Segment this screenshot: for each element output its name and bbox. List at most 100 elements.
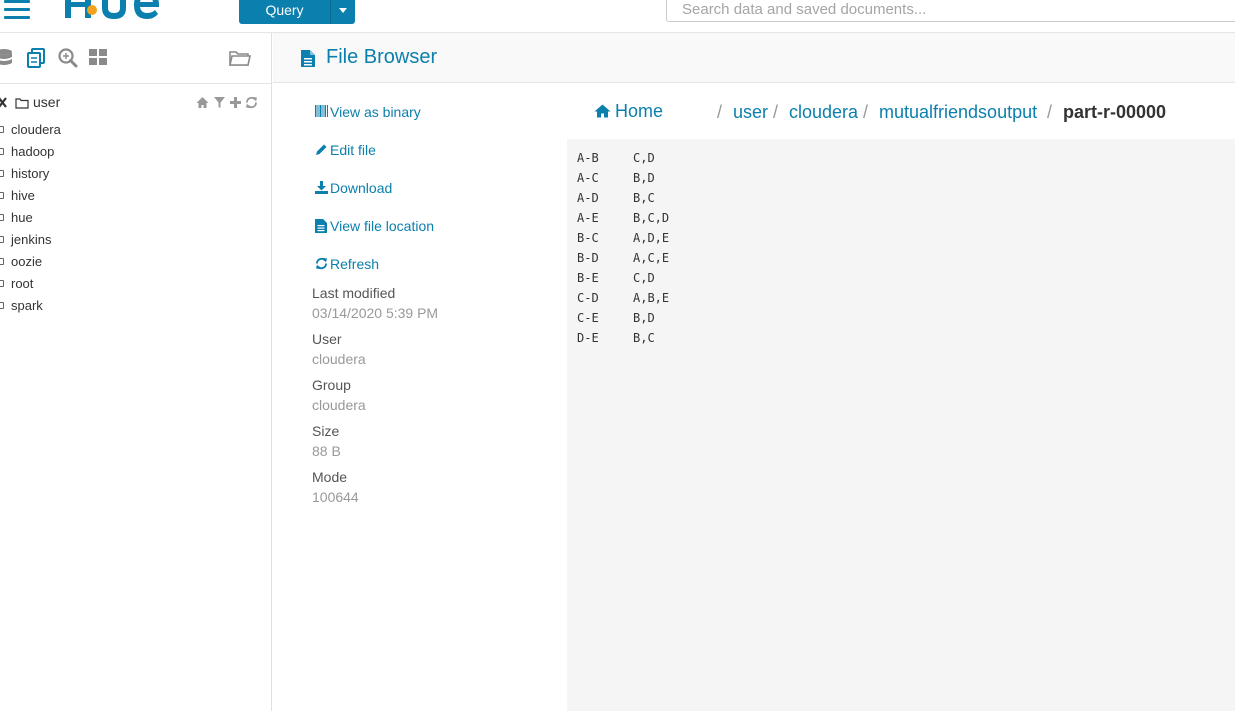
folder-icon — [0, 170, 4, 177]
assist-path-header: user — [0, 91, 271, 115]
breadcrumb-separator: / — [773, 102, 779, 122]
breadcrumb-current-file: part-r-00000 — [1063, 102, 1167, 122]
group-value: cloudera — [312, 397, 366, 413]
edit-file-label: Edit file — [330, 142, 376, 158]
folder-tree-item[interactable]: spark — [0, 296, 271, 318]
file-line-value: B,C,D — [633, 211, 670, 225]
file-line-value: B,C — [633, 331, 655, 345]
folder-tree-label: hadoop — [11, 144, 55, 159]
top-bar: Query — [0, 0, 1235, 33]
last-modified-label: Last modified — [312, 285, 396, 301]
folder-tree-label: cloudera — [11, 122, 61, 137]
folder-tree-item[interactable]: history — [0, 164, 271, 186]
file-line: A-B C,D — [577, 151, 655, 165]
folder-tree-label: root — [11, 276, 34, 291]
file-line: B-D A,C,E — [577, 251, 669, 265]
file-line-key: A-B — [577, 151, 599, 165]
folder-tree-label: history — [11, 166, 50, 181]
folder-icon — [0, 148, 4, 155]
refresh-icon — [316, 257, 327, 270]
assist-toolbar — [0, 33, 271, 84]
folder-icon — [0, 214, 4, 221]
file-line: A-C B,D — [577, 171, 655, 185]
home-icon — [594, 104, 611, 118]
query-dropdown-toggle[interactable] — [330, 0, 355, 24]
add-icon[interactable] — [229, 96, 242, 109]
user-value: cloudera — [312, 351, 366, 367]
assist-current-path[interactable]: user — [33, 94, 60, 110]
refresh-label: Refresh — [330, 256, 380, 272]
hue-logo[interactable] — [64, 0, 164, 20]
folder-tree-item[interactable]: root — [0, 274, 271, 296]
file-line-value: B,D — [633, 311, 655, 325]
folder-icon — [0, 236, 4, 243]
folder-icon — [0, 280, 4, 287]
folder-tree: cloudera hadoop history hive hue jenkins oozie… — [0, 120, 271, 318]
download-icon — [315, 181, 328, 194]
folder-tree-item[interactable]: cloudera — [0, 120, 271, 142]
breadcrumb-separator: / — [863, 102, 869, 122]
close-icon[interactable] — [0, 96, 8, 108]
mode-label: Mode — [312, 469, 348, 485]
folder-tree-item[interactable]: hadoop — [0, 142, 271, 164]
folder-tree-label: hue — [11, 210, 33, 225]
global-search-input[interactable] — [666, 0, 1235, 22]
folder-tree-item[interactable]: jenkins — [0, 230, 271, 252]
breadcrumb-item-mutualfriendsoutput[interactable]: mutualfriendsoutput — [879, 102, 1037, 123]
file-text-icon — [315, 219, 327, 233]
home-icon[interactable] — [196, 96, 209, 109]
file-line-key: B-E — [577, 271, 599, 285]
folder-tree-label: oozie — [11, 254, 43, 269]
hamburger-menu-icon[interactable] — [4, 0, 30, 20]
query-button[interactable]: Query — [239, 0, 330, 24]
group-label: Group — [312, 377, 351, 393]
dashboard-icon[interactable] — [88, 47, 110, 69]
file-line-key: D-E — [577, 331, 599, 345]
breadcrumb-item-cloudera[interactable]: cloudera — [789, 102, 858, 123]
folder-icon — [0, 126, 4, 133]
page-title: File Browser — [326, 46, 438, 68]
view-as-binary-label: View as binary — [330, 104, 421, 120]
file-line: A-D B,C — [577, 191, 655, 205]
breadcrumb: Home / user / cloudera / mutualfriendsou… — [567, 96, 1235, 136]
file-line-key: C-D — [577, 291, 599, 305]
file-content-viewer[interactable]: A-B C,D A-C B,D A-D B,C A-E B,C,D B-C A,D,E B-D A,C… — [567, 139, 1235, 711]
barcode-icon — [315, 105, 328, 117]
file-line: C-D A,B,E — [577, 291, 669, 305]
file-line: D-E B,C — [577, 331, 655, 345]
folder-tree-item[interactable]: oozie — [0, 252, 271, 274]
file-line-value: A,D,E — [633, 231, 670, 245]
size-value: 88 B — [312, 443, 341, 459]
folder-tree-label: jenkins — [11, 232, 52, 247]
mode-value: 100644 — [312, 489, 359, 505]
pencil-icon — [316, 144, 327, 155]
folder-icon — [0, 192, 4, 199]
refresh-icon[interactable] — [245, 96, 258, 109]
breadcrumb-home-label: Home — [615, 101, 664, 121]
filter-icon[interactable] — [213, 96, 226, 109]
file-line-value: C,D — [633, 151, 655, 165]
search-icon[interactable] — [57, 47, 79, 69]
file-line-key: A-E — [577, 211, 599, 225]
folder-tree-label: hive — [11, 188, 35, 203]
folder-icon — [15, 96, 29, 109]
file-line-key: A-C — [577, 171, 599, 185]
folder-tree-item[interactable]: hive — [0, 186, 271, 208]
breadcrumb-separator: / — [1047, 102, 1053, 122]
file-line-value: B,C — [633, 191, 655, 205]
database-icon[interactable] — [0, 47, 18, 69]
view-file-location-label: View file location — [330, 218, 435, 234]
page-header: File Browser — [273, 33, 1235, 83]
folder-tree-label: spark — [11, 298, 43, 313]
documents-icon[interactable] — [26, 47, 48, 69]
file-line: A-E B,C,D — [577, 211, 669, 225]
breadcrumb-item-user[interactable]: user — [733, 102, 768, 123]
last-modified-value: 03/14/2020 5:39 PM — [312, 305, 439, 321]
file-line-value: A,B,E — [633, 291, 670, 305]
folder-tree-item[interactable]: hue — [0, 208, 271, 230]
file-line: B-E C,D — [577, 271, 655, 285]
file-icon — [301, 50, 315, 67]
size-label: Size — [312, 423, 340, 439]
folder-icon — [0, 302, 4, 309]
open-folder-icon[interactable] — [229, 47, 251, 69]
